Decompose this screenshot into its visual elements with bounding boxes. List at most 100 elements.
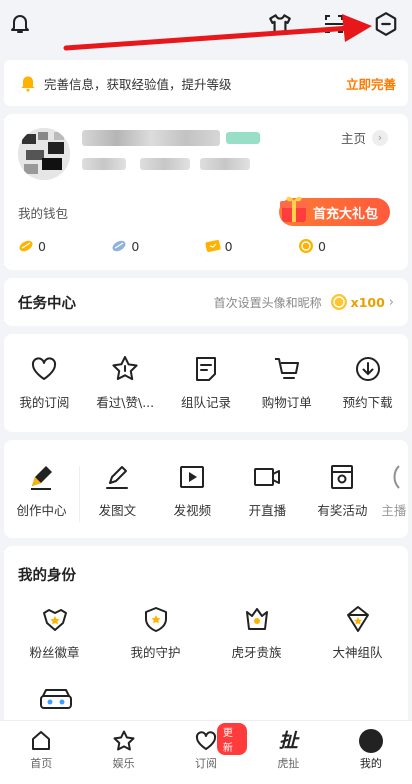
gift-box-icon	[279, 196, 308, 222]
huya-nobility-item[interactable]: 虎牙贵族	[217, 604, 297, 661]
tab-label: 娱乐	[112, 757, 135, 770]
history-likes-item[interactable]: 看过\赞\...	[85, 354, 165, 411]
anchor-item[interactable]: 主播	[380, 462, 408, 519]
item-label: 我的订阅	[19, 395, 70, 410]
tab-entertainment[interactable]: 娱乐	[82, 721, 164, 784]
tab-huche[interactable]: 扯 虎扯	[247, 721, 329, 784]
level-tag-blurred	[226, 132, 260, 144]
coin-balance[interactable]: 0	[298, 238, 384, 254]
vr-item[interactable]	[38, 684, 74, 718]
gold-bean-balance[interactable]: 0	[18, 238, 104, 254]
more-icon	[393, 465, 400, 489]
coin-value: 0	[317, 238, 326, 254]
expert-team-item[interactable]: 大神组队	[318, 604, 398, 661]
tab-label: 虎扯	[277, 757, 300, 770]
coin-badge-icon	[330, 294, 347, 310]
identity-grid: 粉丝徽章 我的守护 虎牙贵族 大神组队	[4, 604, 408, 661]
tab-label: 首页	[30, 757, 53, 770]
identity-title: 我的身份	[18, 568, 76, 584]
tab-label: 我的	[359, 757, 382, 770]
silver-bean-icon	[112, 240, 126, 252]
ticket-balance[interactable]: 0	[205, 238, 291, 254]
reserve-download-item[interactable]: 预约下载	[328, 354, 408, 411]
fan-badge-icon	[42, 609, 67, 631]
bell-icon[interactable]	[6, 10, 34, 38]
tab-label: 订阅	[195, 757, 218, 770]
creator-center-item[interactable]: 创作中心	[4, 462, 79, 519]
top-bar	[0, 0, 412, 52]
item-label: 虎牙贵族	[231, 645, 282, 660]
item-label: 看过\赞\...	[96, 395, 155, 410]
team-records-item[interactable]: 组队记录	[166, 354, 246, 411]
heart-icon	[32, 357, 57, 380]
notice-text: 完善信息，获取经验值，提升等级	[44, 76, 232, 92]
note-icon	[195, 357, 216, 381]
task-center-title: 任务中心	[18, 295, 76, 312]
guard-icon	[144, 607, 167, 632]
video-icon	[180, 466, 205, 488]
post-video-item[interactable]: 发视频	[155, 462, 230, 519]
my-subscriptions-item[interactable]: 我的订阅	[4, 354, 84, 411]
gold-bean-value: 0	[38, 238, 46, 254]
creation-actions: 创作中心 发图文 发视频 开直播 有奖活动 主播	[4, 440, 408, 538]
profile-card: 主页 › 我的钱包 首充大礼包 0 0 0 0	[4, 114, 408, 270]
chevron-right-icon: ›	[372, 129, 388, 146]
avatar[interactable]	[18, 128, 70, 180]
item-label: 我的守护	[130, 645, 181, 660]
home-label: 主页	[340, 131, 366, 146]
pen-icon	[31, 466, 53, 490]
chevron-right-icon: ›	[388, 294, 394, 310]
identity-card: 我的身份 粉丝徽章 我的守护 虎牙贵族 大神组队	[4, 546, 408, 736]
settings-icon[interactable]	[372, 10, 400, 38]
tab-home[interactable]: 首页	[0, 721, 82, 784]
scan-icon[interactable]	[320, 10, 348, 38]
gold-bean-icon	[19, 240, 33, 252]
camera-icon	[254, 468, 281, 486]
tab-me[interactable]: 我的	[330, 721, 412, 784]
fan-badge-item[interactable]: 粉丝徽章	[15, 604, 95, 661]
home-icon	[32, 731, 51, 750]
wallet-balances: 0 0 0 0	[18, 238, 398, 254]
go-live-item[interactable]: 开直播	[230, 462, 305, 519]
item-label: 发图文	[98, 503, 137, 518]
home-page-link[interactable]: 主页 ›	[341, 128, 388, 147]
bottom-tab-bar: 首页 娱乐 订阅 更新 扯 虎扯 我的	[0, 720, 412, 784]
shirt-icon[interactable]	[266, 10, 294, 38]
first-recharge-gift-button[interactable]: 首充大礼包	[278, 196, 390, 226]
crown-icon	[245, 608, 268, 630]
gift-box-icon	[331, 465, 354, 489]
wallet-label: 我的钱包	[18, 206, 69, 221]
huya-logo-icon: 扯	[278, 730, 298, 752]
item-label: 有奖活动	[317, 503, 368, 518]
username-blurred	[82, 130, 220, 146]
silver-bean-value: 0	[131, 238, 140, 254]
item-label: 开直播	[248, 503, 287, 518]
stat-blurred	[140, 158, 190, 170]
post-article-item[interactable]: 发图文	[80, 462, 155, 519]
complete-now-link[interactable]: 立即完善	[346, 74, 396, 93]
ticket-icon	[205, 240, 221, 252]
item-label: 组队记录	[180, 395, 231, 410]
cart-icon	[274, 358, 299, 379]
avatar-icon	[358, 729, 383, 753]
coin-icon	[298, 239, 313, 253]
gift-label: 首充大礼包	[312, 206, 378, 222]
item-label: 粉丝徽章	[29, 645, 80, 660]
shopping-orders-item[interactable]: 购物订单	[247, 354, 327, 411]
tab-subscribe[interactable]: 订阅 更新	[165, 721, 248, 784]
team-icon	[346, 606, 369, 632]
item-label: 主播	[381, 503, 407, 518]
task-center-row[interactable]: 任务中心 首次设置头像和昵称 x100 ›	[4, 278, 408, 326]
star-icon	[113, 730, 135, 751]
heart-icon	[195, 731, 217, 750]
vr-icon	[40, 689, 72, 709]
rewards-activity-item[interactable]: 有奖活动	[305, 462, 380, 519]
star-icon	[112, 356, 138, 381]
item-label: 发视频	[173, 503, 212, 518]
task-points: x100	[350, 294, 385, 310]
my-guard-item[interactable]: 我的守护	[116, 604, 196, 661]
stat-blurred	[200, 158, 250, 170]
profile-notice[interactable]: 完善信息，获取经验值，提升等级 立即完善	[4, 60, 408, 106]
silver-bean-balance[interactable]: 0	[111, 238, 197, 254]
item-label: 大神组队	[332, 645, 383, 660]
